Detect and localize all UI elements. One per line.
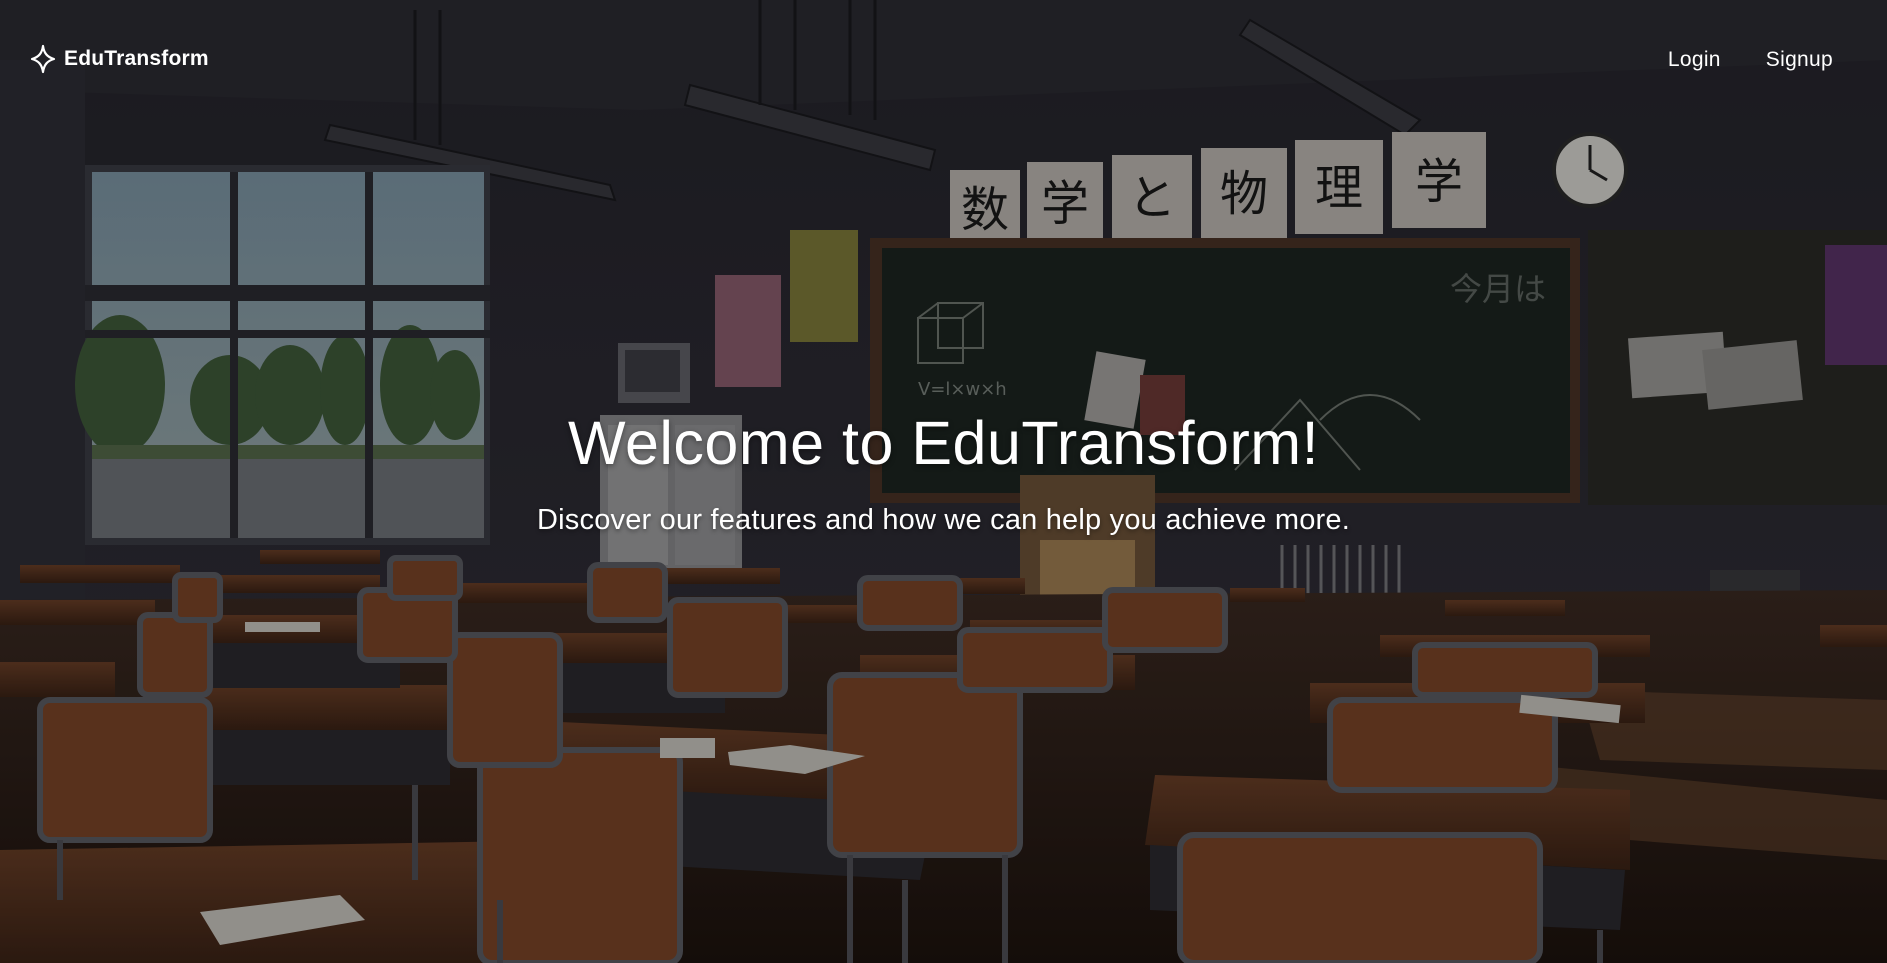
login-link[interactable]: Login <box>1668 48 1721 72</box>
sparkle-icon <box>30 44 56 74</box>
nav-links: Login Signup <box>1668 48 1833 72</box>
top-navbar: EduTransform Login Signup <box>0 0 1887 120</box>
signup-link[interactable]: Signup <box>1766 48 1833 72</box>
brand-logo-link[interactable]: EduTransform <box>30 44 209 74</box>
page: 数 学 と 物 理 学 V=l×w×h 今月は EduTransform Log… <box>0 0 1887 963</box>
hero-subtitle: Discover our features and how we can hel… <box>537 504 1350 536</box>
brand-name: EduTransform <box>64 47 209 70</box>
hero-section: Welcome to EduTransform! Discover our fe… <box>0 405 1887 538</box>
hero-title: Welcome to EduTransform! <box>567 409 1320 477</box>
